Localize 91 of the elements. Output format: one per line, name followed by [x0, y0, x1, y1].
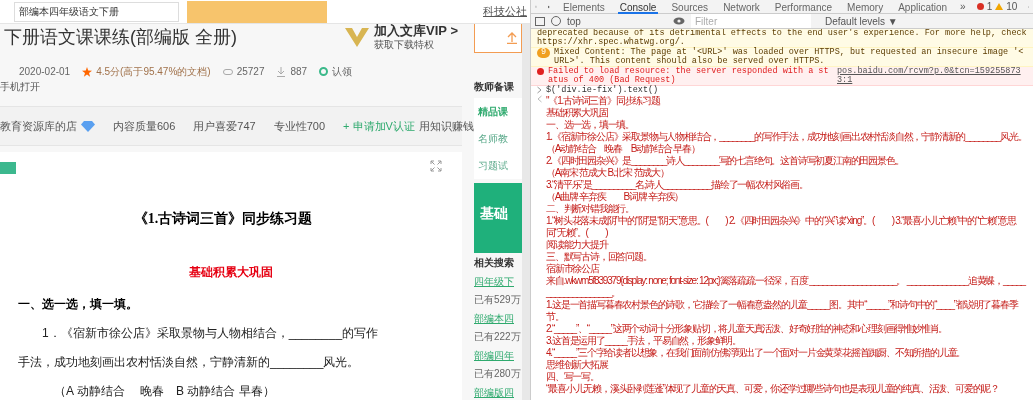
vip-link[interactable]: 加入文库VIP > [374, 24, 458, 39]
related-count: 已有222万 [474, 330, 522, 344]
console-output-line: 一、选一选，填一填。 [546, 119, 635, 131]
shop-stat: 用户喜爱747 [193, 118, 256, 134]
devtools-tab[interactable]: Network [721, 0, 762, 14]
eye-icon[interactable] [673, 17, 685, 25]
console-message: Mixed Content: The page at '<URL>' was loaded over HTTPS, but requested an insecure image '<URL>'. This content should also be served over HTTPS. [554, 48, 1025, 66]
sidebar-tab[interactable]: 精品课 [478, 104, 522, 120]
console-output-line: 1.《宿新市徐公店》采取景物与人物相结合，________的写作手法，成功地刻画出农村恬淡自然，宁静清新的________风光。 [546, 131, 1027, 143]
more-tabs-button[interactable]: » [960, 0, 966, 14]
question-text: （A 动静结合 晚春 B 动静结合 早春） [53, 383, 276, 400]
ribbon-tag [0, 162, 16, 174]
ad-text: 基础 [480, 204, 509, 224]
shop-stat: 专业性700 [273, 118, 326, 134]
download-count: 887 [290, 65, 308, 79]
shop-name[interactable]: 教育资源库的店 [0, 117, 77, 135]
console-output-line: （A南宋 范成大 B.北宋 范成大） [546, 167, 670, 179]
console-output-line: 2.“_____”、“_____”这两个动词十分形象贴切，将儿童天真活泼、好奇好胜的神态和心理刻画得惟妙惟肖。 [546, 323, 949, 335]
console-output-line: 基础积累大巩固 [546, 107, 609, 119]
related-link[interactable]: 部编版四 [474, 385, 522, 400]
console-output-line: 四、写一写。 [546, 371, 600, 383]
log-levels-dropdown[interactable]: Default levels ▼ [825, 13, 898, 29]
context-select[interactable]: top [567, 13, 667, 29]
related-link[interactable]: 四年级下 [474, 274, 522, 289]
error-count: 1 [986, 0, 993, 14]
shop-stat: 内容质量606 [113, 118, 176, 134]
console-output-line: （A动静结合 晚春 B动静结合 早春） [546, 143, 701, 155]
question-heading: 一、选一选，填一填。 [18, 296, 139, 313]
error-icon [537, 68, 544, 75]
sidebar-heading: 教师备课 [474, 80, 515, 95]
console-output-line: "《1.古诗词三首》同步练习题 [546, 95, 661, 107]
earn-link[interactable]: 用知识赚钱 [418, 117, 474, 135]
console-output-line: 二、判断对错我能行。 [546, 203, 635, 215]
document-title: 下册语文课课练(部编版 全册) [4, 25, 237, 49]
repeat-count-badge: 9 [537, 48, 551, 58]
document-heading: 《1.古诗词三首》同步练习题 [132, 210, 314, 228]
console-message: Failed to load resource: the server responded with a status of 400 (Bad Request) [548, 67, 830, 85]
devtools-tab[interactable]: Elements [561, 0, 607, 14]
warning-icon [995, 3, 1004, 10]
diamond-v-icon [344, 26, 371, 48]
warning-count: 10 [1006, 0, 1018, 14]
view-count: 25727 [236, 65, 265, 79]
console-output-line: 来自.wkwm5f839379{display: none; font-size: 12px;}篱落疏疏一径深，百度 ____________________。 ______________追黄蝶，____________________。 [546, 275, 1027, 299]
copyright-icon [319, 67, 329, 76]
upload-date: 2020-02-01 [19, 65, 71, 79]
devtools-tab[interactable]: Memory [845, 0, 886, 14]
search-field[interactable]: 部编本四年级语文下册 [14, 1, 179, 22]
console-message: $('div.ie-fix').text() [546, 86, 660, 95]
console-output-line: 1.这是一首描写暮春农村景色的诗歌，它描绘了一幅春意盎然的儿童_____图。其中“_____”和诗句中的“____”都说明了暮春季节。 [546, 299, 1020, 323]
console-message: deprecated because of its detrimental effects to the end user's experience. For more help, check https://xhr.spec.whatwg.org/. [537, 29, 1027, 47]
console-output-line: 三、默写古诗，回答问题。 [546, 251, 653, 263]
related-link[interactable]: 部编本四 [474, 311, 522, 326]
vip-subtitle: 获取下载特权 [374, 38, 436, 52]
mobile-open-link[interactable]: 手机打开 [0, 79, 462, 94]
related-heading: 相关搜索 [474, 256, 515, 270]
result-icon [537, 95, 542, 103]
sidebar-toggle-icon[interactable] [535, 16, 545, 26]
sidebar-tab[interactable]: 习题试 [478, 158, 522, 174]
console-output-line: 宿新市徐公店 [546, 263, 601, 275]
diamond-icon [81, 120, 95, 132]
upload-button[interactable] [474, 24, 522, 54]
question-text: 手法，成功地刻画出农村恬淡自然，宁静清新的________风光。 [18, 354, 361, 371]
star-icon [82, 66, 93, 77]
error-icon [976, 3, 984, 10]
filter-field[interactable]: Filter [691, 14, 811, 28]
console-output-line: 1.“树头花落未成阴”中的“阴”是“阴天”意思。( ) 2.《四时田园杂兴》中的“兴”读“xìng”。( ) 3.“最喜小儿亡赖”中的“亡赖”意思同“无赖”。( ) [546, 215, 1017, 239]
upload-icon [507, 32, 517, 45]
claim-link[interactable]: 认领 [332, 64, 353, 79]
devtools-tab[interactable]: Application [896, 0, 950, 14]
console-output-line: 思维创新大拓展 [546, 359, 610, 371]
devtools-tab[interactable]: Performance [772, 0, 835, 14]
console-output-line: 阅读能力大提升 [546, 239, 610, 251]
console-output-line: （A曲牌 辛弃疾 B词牌 辛弃疾） [546, 191, 685, 203]
console-output-line: 3.“清平乐”是__________名,诗人___________描绘了一幅农村风俗画。 [546, 179, 809, 191]
question-text: 1．《宿新市徐公店》采取景物与人物相结合，________的写作 [41, 325, 380, 342]
section-heading: 基础积累大巩固 [188, 264, 274, 281]
devtools-tab[interactable]: Sources [669, 0, 711, 14]
console-output-line: 3.这首是运用了_____手法，平易自然，形象鲜明。 [546, 335, 742, 347]
top-link[interactable]: 科技公社 [483, 3, 527, 20]
rating-text: 4.5分(高于95.47%的文档) [96, 65, 211, 79]
console-output-line: 2.《四时田园杂兴》是________诗人________写的七言绝句。这首诗写初夏江南的田园景色。 [546, 155, 905, 167]
related-count: 已有529万 [474, 293, 522, 307]
source-link[interactable]: pos.baidu.com/rcvm?p.0&tcn=1592558733:1 [837, 67, 1027, 85]
console-output-line: “最喜小儿无赖，溪头卧剥莲蓬”体现了儿童的天真、可爱，你还学过哪些诗句也是表现儿童的纯真、活泼、可爱的呢？ [546, 383, 1001, 395]
related-link[interactable]: 部编四年 [474, 348, 522, 363]
download-icon [276, 66, 287, 77]
prompt-icon [537, 86, 542, 94]
fullscreen-icon[interactable] [430, 160, 442, 172]
sidebar-tab[interactable]: 名师教 [478, 131, 522, 147]
console-output-line: 4.“_____”三个字给读者以想象，在我们面前仿佛浮现出了一个面对一片金黄菜花摇首踟蹰、不知所措的儿童。 [546, 347, 967, 359]
related-count: 已有280万 [474, 367, 522, 381]
